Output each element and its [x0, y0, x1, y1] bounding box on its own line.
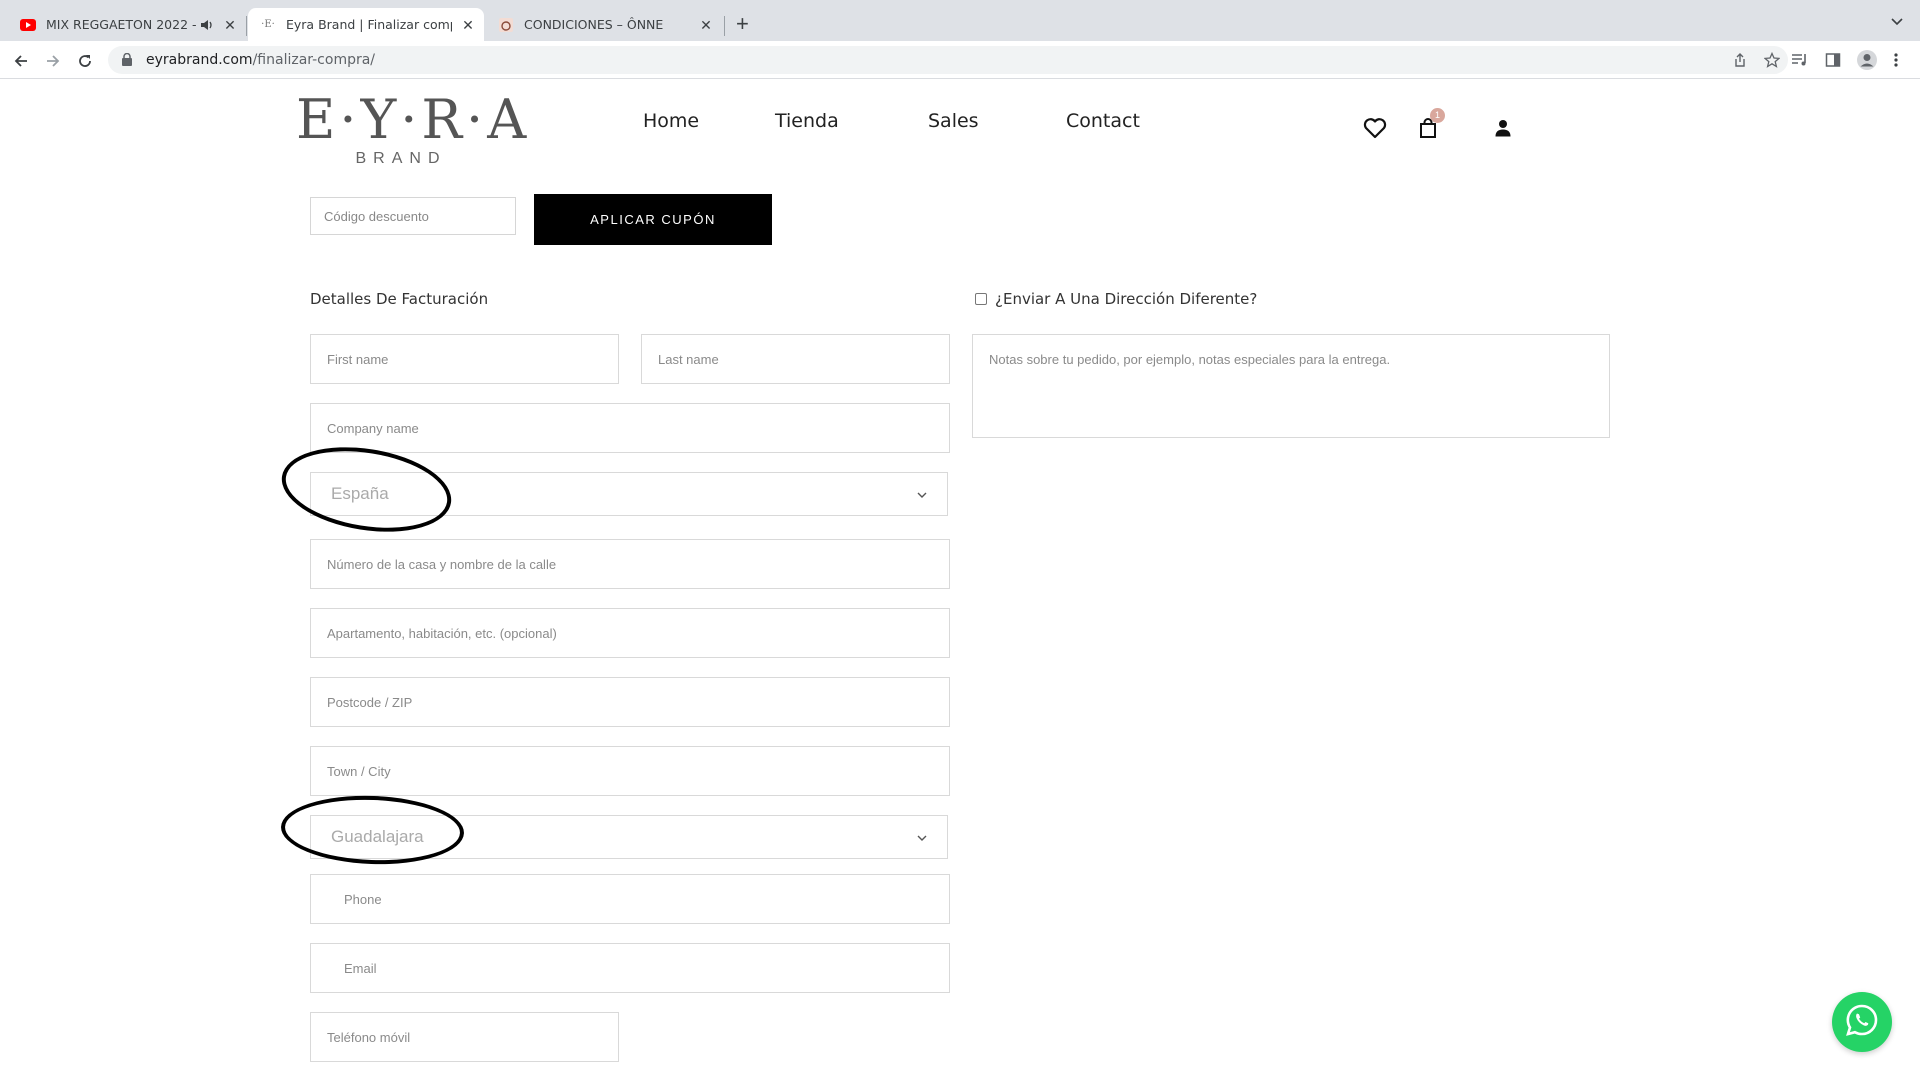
whatsapp-chat-button[interactable] [1832, 992, 1892, 1052]
site-header: E·Y·R·A BRAND Home Tienda Sales Contact … [0, 80, 1920, 190]
user-icon[interactable] [1489, 114, 1517, 142]
tab-title: Eyra Brand | Finalizar compra [286, 17, 452, 32]
city-field[interactable]: Town / City [310, 746, 950, 796]
heart-icon[interactable] [1361, 114, 1389, 142]
mobile-phone-field[interactable]: Teléfono móvil [310, 1012, 619, 1062]
share-icon[interactable] [1724, 53, 1756, 67]
eyra-brand-logo[interactable]: E·Y·R·A BRAND [296, 88, 531, 168]
eyra-icon: ·E· [261, 19, 275, 30]
company-name-field[interactable]: Company name [310, 403, 950, 453]
apartment-field[interactable]: Apartamento, habitación, etc. (opcional) [310, 608, 950, 658]
back-arrow-icon[interactable] [10, 50, 32, 72]
nav-contact[interactable]: Contact [1066, 110, 1140, 132]
chevron-down-icon [915, 830, 929, 844]
url-host: eyrabrand.com [146, 52, 253, 68]
reload-icon[interactable] [74, 50, 96, 72]
address-bar[interactable]: eyrabrand.com/finalizar-compra/ [108, 46, 1788, 74]
shopping-bag-icon[interactable]: 1 [1414, 108, 1445, 142]
bookmark-star-icon[interactable] [1756, 52, 1788, 68]
ship-different-label: ¿Enviar A Una Dirección Diferente? [995, 290, 1258, 308]
order-notes-textarea[interactable]: Notas sobre tu pedido, por ejemplo, nota… [972, 334, 1610, 438]
postcode-field[interactable]: Postcode / ZIP [310, 677, 950, 727]
first-name-field[interactable]: First name [310, 334, 619, 384]
apply-coupon-button[interactable]: APLICAR CUPÓN [534, 194, 772, 245]
youtube-icon [20, 17, 36, 33]
omnibox-actions [1724, 46, 1788, 74]
browser-menu-icon[interactable] [1893, 49, 1899, 71]
whatsapp-icon [1845, 1003, 1879, 1042]
nav-sales[interactable]: Sales [928, 110, 979, 132]
tab-separator [246, 16, 247, 36]
ship-different-address[interactable]: ¿Enviar A Una Dirección Diferente? [975, 290, 1257, 308]
close-tab-icon[interactable]: ✕ [222, 17, 238, 33]
speaker-icon[interactable] [200, 18, 214, 32]
cart-count-badge: 1 [1430, 108, 1445, 123]
ship-different-checkbox[interactable] [975, 293, 987, 305]
tab-youtube[interactable]: MIX REGGAETON 2022 - L ✕ [8, 8, 246, 41]
browser-toolbar: eyrabrand.com/finalizar-compra/ [0, 41, 1920, 79]
nav-home[interactable]: Home [643, 110, 699, 132]
phone-field[interactable]: Phone [310, 874, 950, 924]
close-tab-icon[interactable]: ✕ [460, 17, 476, 33]
close-tab-icon[interactable]: ✕ [698, 17, 714, 33]
tab-onne[interactable]: CONDICIONES – ÔNNE ✕ [486, 8, 722, 41]
email-field[interactable]: Email [310, 943, 950, 993]
logo-subtitle: BRAND [355, 150, 447, 167]
street-address-field[interactable]: Número de la casa y nombre de la calle [310, 539, 950, 589]
tab-eyra-checkout[interactable]: ·E· Eyra Brand | Finalizar compra ✕ [248, 8, 484, 41]
tab-search-chevron-icon[interactable] [1890, 14, 1904, 28]
browser-tab-bar: MIX REGGAETON 2022 - L ✕ ·E· Eyra Brand … [0, 0, 1920, 41]
new-tab-icon[interactable]: + [736, 13, 749, 35]
url-path: /finalizar-compra/ [252, 52, 376, 68]
profile-avatar-icon[interactable] [1856, 49, 1878, 71]
onne-icon [498, 17, 514, 33]
coupon-code-input[interactable]: Código descuento [310, 197, 516, 235]
nav-tienda[interactable]: Tienda [775, 110, 839, 132]
tab-separator [724, 16, 725, 36]
chevron-down-icon [915, 487, 929, 501]
forward-arrow-icon[interactable] [42, 50, 64, 72]
logo-wordmark: E·Y·R·A [296, 88, 531, 151]
tab-title: MIX REGGAETON 2022 - L [46, 17, 200, 32]
lock-icon[interactable] [122, 52, 134, 67]
last-name-field[interactable]: Last name [641, 334, 950, 384]
tab-title: CONDICIONES – ÔNNE [524, 17, 664, 32]
billing-details-title: Detalles De Facturación [310, 290, 489, 308]
media-control-icon[interactable] [1791, 49, 1809, 71]
side-panel-icon[interactable] [1825, 49, 1841, 71]
